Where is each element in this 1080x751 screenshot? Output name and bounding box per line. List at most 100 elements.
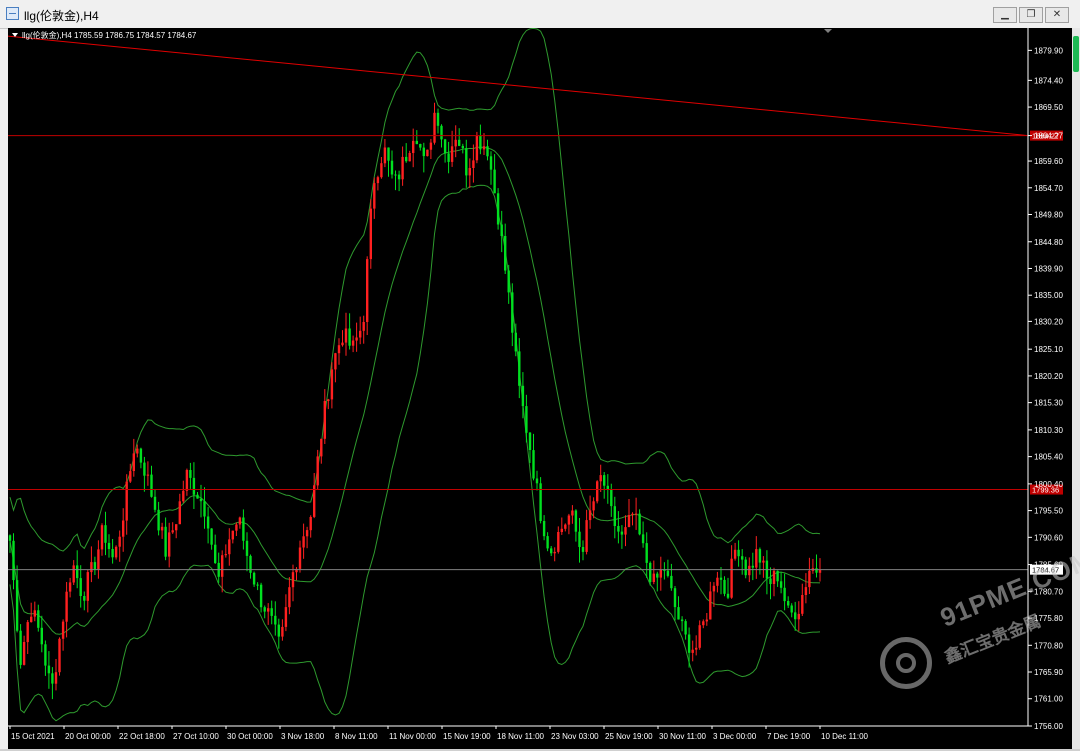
candle (100, 523, 104, 556)
candle (755, 536, 758, 579)
candle (26, 620, 29, 654)
time-tick-label: 23 Nov 03:00 (551, 732, 599, 741)
candle (479, 124, 482, 155)
scrollbar-thumb[interactable] (1073, 36, 1079, 72)
candle (588, 495, 592, 529)
candle (542, 515, 546, 541)
candle (769, 567, 772, 600)
candle (373, 177, 376, 219)
price-tick-label: 1835.00 (1034, 291, 1063, 300)
candle (79, 565, 82, 608)
time-tick-label: 15 Nov 19:00 (443, 732, 491, 741)
candle (337, 338, 341, 365)
candles (8, 102, 822, 700)
candle (224, 544, 227, 558)
candle (366, 256, 369, 335)
candle (475, 131, 479, 164)
time-tick-label: 20 Oct 00:00 (65, 732, 111, 741)
candle (787, 596, 790, 608)
time-tick-label: 3 Dec 00:00 (713, 732, 757, 741)
candle (666, 559, 670, 578)
candle (249, 554, 252, 579)
candle (596, 480, 599, 504)
candle (429, 138, 433, 159)
candle (150, 465, 153, 498)
candle (118, 530, 121, 562)
time-tick-label: 27 Oct 10:00 (173, 732, 219, 741)
candle (58, 637, 61, 676)
candle (603, 472, 606, 499)
candle (153, 489, 157, 513)
window-titlebar: llg(伦敦金),H4 ▁ ❐ ✕ (0, 0, 1080, 29)
candle (691, 640, 694, 662)
candle (192, 462, 196, 509)
close-button[interactable]: ✕ (1045, 7, 1069, 23)
candle (716, 571, 719, 593)
time-tick-label: 25 Nov 19:00 (605, 732, 653, 741)
candle (670, 563, 673, 591)
candle (231, 530, 234, 544)
candle (397, 170, 401, 192)
candle (122, 508, 125, 552)
candle (164, 517, 167, 561)
candle (702, 619, 705, 629)
candle (263, 605, 266, 619)
vertical-scrollbar[interactable] (1072, 28, 1080, 751)
candle (663, 562, 666, 580)
candle (114, 545, 118, 560)
candle (238, 516, 242, 529)
candle (535, 470, 539, 491)
candle (284, 594, 288, 632)
candle (649, 561, 652, 586)
candle (401, 146, 404, 186)
candle (160, 522, 164, 539)
candle (351, 335, 355, 353)
candle (610, 483, 613, 517)
candle (185, 468, 189, 496)
price-tick-label: 1830.20 (1034, 317, 1063, 326)
candle (500, 210, 503, 253)
candle (383, 139, 387, 168)
candle (504, 223, 507, 274)
candle (196, 492, 199, 499)
candle (125, 474, 128, 535)
minimize-button[interactable]: ▁ (993, 7, 1017, 23)
time-tick-label: 7 Dec 19:00 (767, 732, 811, 741)
time-tick-label: 10 Dec 11:00 (821, 732, 869, 741)
candle (581, 540, 585, 561)
candle (83, 591, 86, 611)
time-axis: 15 Oct 2021 20 Oct 00:00 22 Oct 18:00 27 Oc… (8, 725, 1028, 741)
time-tick-label: 15 Oct 2021 (11, 732, 55, 741)
candle (730, 545, 733, 599)
candle (751, 552, 754, 581)
price-tick-label: 1859.60 (1034, 157, 1063, 166)
candle (86, 569, 89, 613)
candle (305, 526, 309, 549)
candle (684, 619, 687, 640)
candle (532, 433, 535, 481)
candle (175, 524, 178, 539)
shift-marker-icon[interactable] (824, 29, 832, 33)
candle (659, 556, 662, 591)
candle (344, 312, 348, 356)
candle (811, 558, 815, 574)
candle (737, 540, 740, 567)
candle (65, 582, 68, 638)
horizontal-levels (8, 35, 1029, 571)
candle (22, 635, 26, 666)
candle (217, 552, 220, 583)
candle (143, 456, 146, 492)
candle (443, 138, 447, 163)
candle (362, 315, 365, 344)
trend-line[interactable] (8, 35, 1029, 137)
candle (359, 316, 362, 345)
candle (171, 522, 174, 534)
candle (741, 549, 744, 575)
time-tick-label: 11 Nov 00:00 (389, 732, 437, 741)
restore-button[interactable]: ❐ (1019, 7, 1043, 23)
candle (489, 151, 493, 185)
candle (560, 517, 563, 535)
chart-header: llg(伦敦金),H4 1785.59 1786.75 1784.57 1784… (12, 30, 197, 40)
candle (387, 147, 390, 177)
candle (433, 102, 436, 145)
